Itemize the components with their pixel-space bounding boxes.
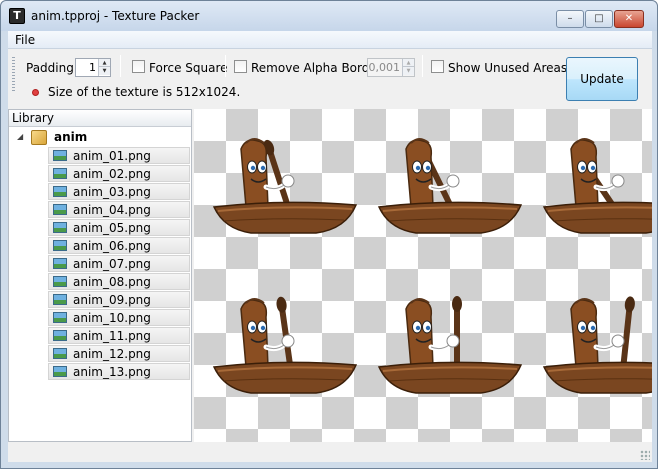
main-window: T anim.tpproj - Texture Packer – □ ✕ Fil… (0, 0, 658, 469)
sprite-frame[interactable] (536, 289, 652, 407)
sprite-frame[interactable] (206, 129, 361, 247)
texture-preview-canvas[interactable] (194, 109, 652, 442)
rowing-log-icon (542, 296, 652, 394)
status-indicator-icon (32, 89, 39, 96)
toolbar: Padding: 1 ▲ ▼ Force Square Remove Alpha… (8, 49, 652, 107)
padding-spin-arrows: ▲ ▼ (98, 59, 110, 76)
tree-root-label: anim (54, 130, 88, 144)
image-file-icon (53, 186, 67, 197)
alpha-spin-arrows: ▲ ▼ (402, 59, 414, 76)
file-name: anim_02.png (73, 167, 151, 181)
sprite-frame[interactable] (206, 289, 361, 407)
texture-size-status: Size of the texture is 512x1024. (48, 85, 241, 99)
title-bar[interactable]: T anim.tpproj - Texture Packer – □ ✕ (1, 1, 657, 31)
image-file-icon (53, 240, 67, 251)
rowing-log-icon (542, 138, 652, 234)
rowing-log-icon (377, 138, 523, 234)
toolbar-grip[interactable] (12, 57, 15, 91)
file-list-item[interactable]: anim_11.png (48, 327, 190, 344)
image-file-icon (53, 294, 67, 305)
alpha-threshold-spinbox: 0,001 ▲ ▼ (367, 58, 415, 77)
file-list-item[interactable]: anim_12.png (48, 345, 190, 362)
maximize-button[interactable]: □ (585, 10, 613, 28)
rowing-log-icon (377, 296, 523, 394)
image-file-icon (53, 366, 67, 377)
image-file-icon (53, 204, 67, 215)
image-file-icon (53, 258, 67, 269)
file-name: anim_12.png (73, 347, 151, 361)
file-list-item[interactable]: anim_10.png (48, 309, 190, 326)
show-unused-checkbox[interactable] (431, 60, 444, 73)
client-area: Padding: 1 ▲ ▼ Force Square Remove Alpha… (8, 49, 652, 462)
file-list-item[interactable]: anim_04.png (48, 201, 190, 218)
rowing-log-icon (212, 138, 358, 234)
file-list-item[interactable]: anim_13.png (48, 363, 190, 380)
image-file-icon (53, 330, 67, 341)
sprite-frame[interactable] (371, 289, 526, 407)
image-file-icon (53, 168, 67, 179)
expand-arrow-icon[interactable]: ◢ (17, 132, 23, 141)
image-file-icon (53, 150, 67, 161)
file-name: anim_04.png (73, 203, 151, 217)
library-header: Library (9, 110, 191, 127)
file-list-item[interactable]: anim_08.png (48, 273, 190, 290)
status-bar (8, 442, 652, 462)
image-file-icon (53, 348, 67, 359)
image-file-icon (53, 312, 67, 323)
image-file-icon (53, 222, 67, 233)
file-name: anim_10.png (73, 311, 151, 325)
image-file-icon (53, 276, 67, 287)
sprite-frame[interactable] (371, 129, 526, 247)
window-title: anim.tpproj - Texture Packer (31, 9, 200, 23)
file-list-item[interactable]: anim_01.png (48, 147, 190, 164)
tree-root-anim[interactable]: ◢ anim (17, 129, 187, 147)
file-name: anim_06.png (73, 239, 151, 253)
file-name: anim_05.png (73, 221, 151, 235)
file-name: anim_13.png (73, 365, 151, 379)
remove-alpha-checkbox[interactable] (234, 60, 247, 73)
file-list-item[interactable]: anim_07.png (48, 255, 190, 272)
file-list-item[interactable]: anim_02.png (48, 165, 190, 182)
file-name: anim_08.png (73, 275, 151, 289)
alpha-threshold-value: 0,001 (368, 61, 401, 74)
file-name: anim_09.png (73, 293, 151, 307)
toolbar-separator (225, 55, 226, 77)
file-name: anim_07.png (73, 257, 151, 271)
library-panel: Library ◢ anim anim_01.png anim_02.png ani… (8, 109, 192, 442)
file-list-item[interactable]: anim_09.png (48, 291, 190, 308)
force-square-checkbox[interactable] (132, 60, 145, 73)
sprite-frame[interactable] (536, 129, 652, 247)
spin-down-icon: ▼ (403, 67, 414, 75)
file-list-item[interactable]: anim_05.png (48, 219, 190, 236)
package-icon (31, 130, 47, 145)
file-name: anim_11.png (73, 329, 151, 343)
menu-file[interactable]: File (15, 33, 35, 47)
toolbar-separator (120, 55, 121, 77)
minimize-button[interactable]: – (556, 10, 584, 28)
menu-bar: File (8, 31, 652, 49)
spin-up-icon: ▲ (403, 59, 414, 67)
padding-label: Padding: (26, 61, 78, 75)
spin-down-icon[interactable]: ▼ (99, 67, 110, 75)
padding-spinbox[interactable]: 1 ▲ ▼ (75, 58, 111, 77)
show-unused-label[interactable]: Show Unused Areas (448, 61, 567, 75)
file-list-item[interactable]: anim_03.png (48, 183, 190, 200)
app-icon: T (9, 8, 25, 24)
remove-alpha-label[interactable]: Remove Alpha Border (251, 61, 382, 75)
close-button[interactable]: ✕ (614, 10, 644, 28)
file-list-item[interactable]: anim_06.png (48, 237, 190, 254)
resize-grip-icon[interactable] (640, 450, 650, 460)
spin-up-icon[interactable]: ▲ (99, 59, 110, 67)
rowing-log-icon (212, 296, 358, 394)
file-name: anim_03.png (73, 185, 151, 199)
force-square-label[interactable]: Force Square (149, 61, 228, 75)
update-button[interactable]: Update (566, 57, 638, 101)
toolbar-separator (422, 55, 423, 77)
padding-value: 1 (89, 61, 96, 74)
file-name: anim_01.png (73, 149, 151, 163)
